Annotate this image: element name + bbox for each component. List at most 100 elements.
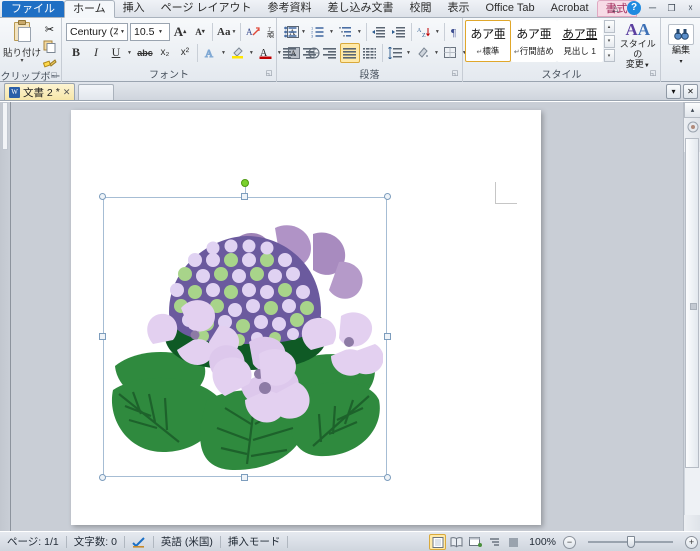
justify-icon[interactable]: [340, 42, 360, 63]
ribbon-tab-page-layout[interactable]: ページ レイアウト: [153, 0, 260, 17]
zoom-in-button[interactable]: +: [685, 535, 698, 549]
line-spacing-icon[interactable]: [385, 43, 405, 63]
proofing-errors-icon[interactable]: [125, 532, 153, 551]
draft-icon[interactable]: [505, 534, 522, 550]
ribbon-collapse-icon[interactable]: △: [608, 2, 623, 15]
bold-button[interactable]: B: [66, 43, 86, 63]
editing-button[interactable]: 編集 ▾: [664, 23, 698, 67]
shading-icon[interactable]: [413, 43, 433, 63]
outline-icon[interactable]: [486, 534, 503, 550]
underline-dropdown-arrow[interactable]: ▼: [127, 50, 132, 56]
ribbon-tab-insert[interactable]: 挿入: [115, 0, 153, 17]
paste-button[interactable]: 貼り付け ▾: [3, 20, 41, 64]
shading-dropdown-arrow[interactable]: ▼: [434, 50, 439, 56]
ribbon-tab-office-tab[interactable]: Office Tab: [478, 0, 543, 17]
increase-indent-icon[interactable]: [389, 22, 409, 42]
line-spacing-dropdown-arrow[interactable]: ▼: [406, 50, 411, 56]
subscript-button[interactable]: x₂: [155, 43, 175, 63]
tab-menu-button[interactable]: ▾: [666, 84, 681, 99]
close-button[interactable]: ☓: [683, 2, 698, 15]
left-rail-thumb[interactable]: [2, 102, 8, 150]
numbered-list-icon[interactable]: 1 2 3: [308, 22, 328, 42]
ribbon-tab-acrobat[interactable]: Acrobat: [543, 0, 597, 17]
ribbon-tab-mailings[interactable]: 差し込み文書: [320, 0, 402, 17]
ribbon-tab-references[interactable]: 参考資料: [260, 0, 320, 17]
select-browse-object-icon[interactable]: [684, 118, 700, 135]
resize-handle-w[interactable]: [99, 333, 106, 340]
ribbon-tab-view[interactable]: 表示: [440, 0, 478, 17]
ribbon-tab-review[interactable]: 校閲: [402, 0, 440, 17]
borders-icon[interactable]: [441, 43, 461, 63]
font-size-combobox[interactable]: 10.5 ▼: [130, 22, 170, 41]
resize-handle-se[interactable]: [384, 474, 391, 481]
text-effects-dropdown-arrow[interactable]: ▼: [221, 50, 226, 56]
help-icon[interactable]: ?: [627, 1, 641, 15]
fullscreen-reading-icon[interactable]: [448, 534, 465, 550]
numbering-dropdown-arrow[interactable]: ▼: [329, 29, 334, 35]
minimize-button[interactable]: ─: [645, 2, 660, 15]
vertical-scrollbar[interactable]: ▴: [683, 102, 700, 532]
style-item-heading-1[interactable]: あア亜 見出し 1: [556, 20, 603, 62]
resize-handle-s[interactable]: [241, 474, 248, 481]
tab-close-button[interactable]: ✕: [683, 84, 698, 99]
distribute-icon[interactable]: [360, 43, 380, 63]
superscript-button[interactable]: x²: [175, 43, 195, 63]
styles-dialog-launcher[interactable]: ◱: [649, 70, 657, 78]
styles-scroll-down[interactable]: ▾: [603, 34, 615, 48]
change-case-button[interactable]: Aa ▼: [215, 22, 238, 42]
language-indicator[interactable]: 英語 (米国): [154, 532, 220, 551]
editing-dropdown-arrow[interactable]: ▾: [679, 59, 682, 65]
restore-button[interactable]: ❐: [664, 2, 679, 15]
style-item-normal[interactable]: あア亜 ↵標準: [465, 20, 511, 62]
styles-scroll-up[interactable]: ▴: [603, 20, 615, 33]
ribbon-tab-home[interactable]: ホーム: [64, 0, 115, 18]
scroll-up-button[interactable]: ▴: [684, 102, 700, 118]
copy-icon[interactable]: [41, 38, 58, 54]
format-painter-icon[interactable]: [41, 55, 58, 71]
word-count[interactable]: 文字数: 0: [67, 532, 124, 551]
align-left-icon[interactable]: [280, 43, 300, 63]
resize-handle-n[interactable]: [241, 193, 248, 200]
rotate-handle[interactable]: [241, 179, 249, 187]
zoom-slider[interactable]: [578, 534, 683, 550]
document-tab[interactable]: W 文書 2 * ✕: [4, 83, 76, 100]
multilevel-dropdown-arrow[interactable]: ▼: [357, 29, 362, 35]
find-binoculars-icon[interactable]: [668, 23, 694, 45]
new-document-tab-button[interactable]: [78, 84, 115, 100]
web-layout-icon[interactable]: [467, 534, 484, 550]
font-name-combobox[interactable]: Century (本文 ▼: [66, 22, 128, 41]
shrink-font-button[interactable]: A ▾: [190, 22, 210, 42]
underline-button[interactable]: U: [106, 43, 126, 63]
resize-handle-nw[interactable]: [99, 193, 106, 200]
sort-icon[interactable]: A Z: [414, 22, 434, 42]
align-center-icon[interactable]: [300, 43, 320, 63]
zoom-level[interactable]: 100%: [524, 536, 561, 548]
italic-button[interactable]: I: [86, 43, 106, 63]
text-highlight-icon[interactable]: [228, 43, 248, 63]
paragraph-dialog-launcher[interactable]: ◱: [451, 70, 459, 78]
highlight-dropdown-arrow[interactable]: ▼: [249, 50, 254, 56]
text-effects-icon[interactable]: A: [200, 43, 220, 63]
multilevel-list-icon[interactable]: [336, 22, 356, 42]
grow-font-button[interactable]: A ▴: [170, 22, 190, 42]
font-name-arrow[interactable]: ▼: [118, 29, 127, 35]
document-canvas[interactable]: [11, 102, 683, 531]
resize-handle-e[interactable]: [384, 333, 391, 340]
font-size-arrow[interactable]: ▼: [154, 29, 166, 35]
clear-formatting-icon[interactable]: A: [243, 22, 263, 42]
bullet-list-icon[interactable]: [280, 22, 300, 42]
print-layout-icon[interactable]: [429, 534, 447, 550]
sort-dropdown-arrow[interactable]: ▼: [435, 29, 440, 35]
cut-icon[interactable]: ✂: [41, 21, 58, 37]
align-right-icon[interactable]: [320, 43, 340, 63]
scrollbar-thumb[interactable]: [685, 138, 699, 468]
paste-dropdown-arrow[interactable]: ▾: [20, 58, 23, 64]
decrease-indent-icon[interactable]: [369, 22, 389, 42]
insert-mode-indicator[interactable]: 挿入モード: [221, 532, 288, 551]
styles-more-button[interactable]: ▾: [603, 49, 615, 62]
change-styles-button[interactable]: AA スタイルの 変更▼: [618, 20, 658, 70]
close-icon[interactable]: ✕: [63, 87, 71, 98]
ribbon-tab-file[interactable]: ファイル: [2, 1, 64, 17]
font-dialog-launcher[interactable]: ◱: [265, 70, 273, 78]
page-info[interactable]: ページ: 1/1: [0, 532, 66, 551]
